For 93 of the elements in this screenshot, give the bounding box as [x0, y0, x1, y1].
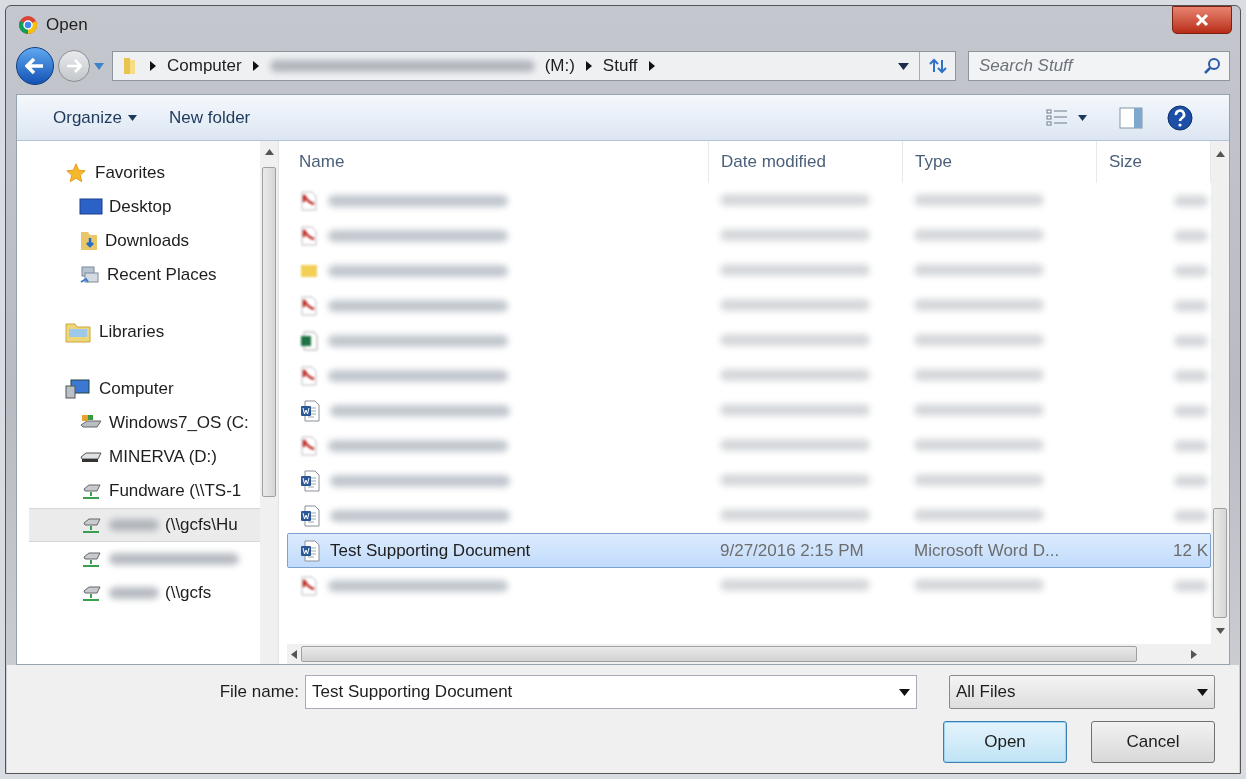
scrollbar[interactable] [1211, 141, 1229, 644]
computer-icon [65, 377, 91, 400]
blurred-text [1174, 579, 1208, 592]
dropdown-arrow-icon [1197, 688, 1208, 696]
nav-item[interactable]: MINERVA (D:) [17, 440, 260, 474]
document-icon [300, 365, 318, 386]
nav-item[interactable]: Desktop [17, 190, 260, 224]
breadcrumb-arrow-icon[interactable] [251, 61, 260, 71]
toolbar-button[interactable]: New folder [169, 104, 251, 131]
blurred-text [1174, 194, 1208, 207]
desktop-icon [79, 197, 103, 217]
back-arrow-icon [25, 58, 45, 74]
scroll-thumb[interactable] [301, 646, 1137, 662]
dialog-button[interactable]: Cancel [1091, 721, 1215, 763]
search-icon [1203, 57, 1221, 75]
word-document-icon [300, 469, 320, 492]
column-header[interactable]: Date modified [709, 141, 903, 183]
toolbar-button[interactable]: Organize [53, 104, 137, 131]
blurred-text [1174, 474, 1208, 487]
close-icon [1195, 13, 1209, 27]
scroll-thumb[interactable] [262, 167, 276, 497]
scroll-left-icon[interactable] [291, 649, 297, 659]
file-name: Test Supporting Document [330, 539, 531, 562]
breadcrumb-segment[interactable]: Stuff [602, 53, 638, 79]
dropdown-arrow-icon[interactable] [898, 62, 909, 70]
file-name-label: File name: [218, 681, 299, 704]
recent-places-icon [79, 264, 101, 286]
file-name-field[interactable]: Test Supporting Document [305, 675, 917, 709]
file-row[interactable]: Test Supporting Document 9/27/2016 2:15 PM Microsoft Word D... 12 K [287, 533, 1211, 568]
nav-item[interactable]: (\\gcfs\Hu [29, 508, 260, 542]
dialog-button[interactable]: Open [943, 721, 1067, 763]
nav-group[interactable]: Computer [17, 371, 260, 406]
document-icon [300, 295, 318, 316]
file-type-dropdown[interactable]: All Files [949, 675, 1215, 709]
nav-item[interactable]: Windows7_OS (C: [17, 406, 260, 440]
download-folder-icon [79, 230, 99, 252]
breadcrumb-arrow-icon[interactable] [647, 61, 656, 71]
caret-icon[interactable] [1078, 114, 1087, 121]
breadcrumb-segment[interactable]: Computer [167, 53, 242, 79]
blurred-text [1174, 264, 1208, 277]
word-document-icon [300, 504, 320, 527]
drive-icon [79, 449, 103, 465]
scrollbar[interactable] [260, 141, 278, 664]
window-title: Open [46, 14, 88, 37]
word-document-icon [300, 399, 320, 422]
nav-group[interactable]: Favorites [17, 155, 260, 190]
blurred-text [1174, 229, 1208, 242]
blurred-text [1174, 334, 1208, 347]
file-type: Microsoft Word D... [914, 540, 1060, 560]
file-date: 9/27/2016 2:15 PM [720, 540, 864, 560]
refresh-arrows-icon [927, 58, 948, 74]
libraries-icon [65, 320, 91, 343]
star-icon [65, 161, 87, 184]
word-document-icon [300, 539, 320, 562]
column-header[interactable]: Name [287, 141, 709, 183]
document-icon [300, 225, 318, 246]
blurred-text [1174, 404, 1208, 417]
breadcrumb-segment[interactable]: (M:) [544, 53, 575, 79]
breadcrumb-arrow-icon[interactable] [584, 61, 593, 71]
app-icon [18, 15, 38, 35]
breadcrumb-arrow-icon[interactable] [149, 61, 157, 71]
search-field[interactable]: Search Stuff [968, 51, 1230, 81]
address-bar[interactable]: Computer (M:) Stuff [112, 51, 956, 81]
view-list-icon[interactable] [1046, 107, 1068, 128]
scroll-down-icon[interactable] [1215, 628, 1225, 634]
scroll-right-icon[interactable] [1191, 649, 1197, 659]
scroll-thumb[interactable] [1213, 508, 1227, 618]
back-button[interactable] [16, 47, 54, 85]
preview-pane-icon[interactable] [1119, 106, 1143, 129]
scroll-up-icon[interactable] [264, 149, 274, 155]
nav-item[interactable]: Recent Places [17, 258, 260, 292]
dropdown-arrow-icon[interactable] [899, 688, 910, 696]
forward-arrow-icon [66, 59, 82, 73]
close-button[interactable] [1172, 6, 1232, 34]
nav-item[interactable]: Downloads [17, 224, 260, 258]
blurred-text [1174, 369, 1208, 382]
horizontal-scrollbar[interactable] [287, 644, 1229, 664]
forward-button[interactable] [58, 50, 90, 82]
document-icon [300, 575, 318, 596]
document-icon [300, 435, 318, 456]
nav-group[interactable]: Libraries [17, 314, 260, 349]
history-dropdown-icon[interactable] [94, 62, 104, 70]
column-header[interactable]: Type [903, 141, 1097, 183]
spreadsheet-icon [300, 330, 318, 351]
scroll-up-icon[interactable] [1215, 151, 1225, 157]
document-icon [300, 190, 318, 211]
nav-item[interactable]: Fundware (\\TS-1 [17, 474, 260, 508]
help-icon[interactable] [1167, 104, 1193, 131]
blurred-text [1174, 509, 1208, 522]
blurred-text [1174, 299, 1208, 312]
blurred-text [1174, 439, 1208, 452]
file-size: 12 K [1173, 539, 1208, 562]
nav-item[interactable]: (\\gcfs [17, 576, 260, 610]
